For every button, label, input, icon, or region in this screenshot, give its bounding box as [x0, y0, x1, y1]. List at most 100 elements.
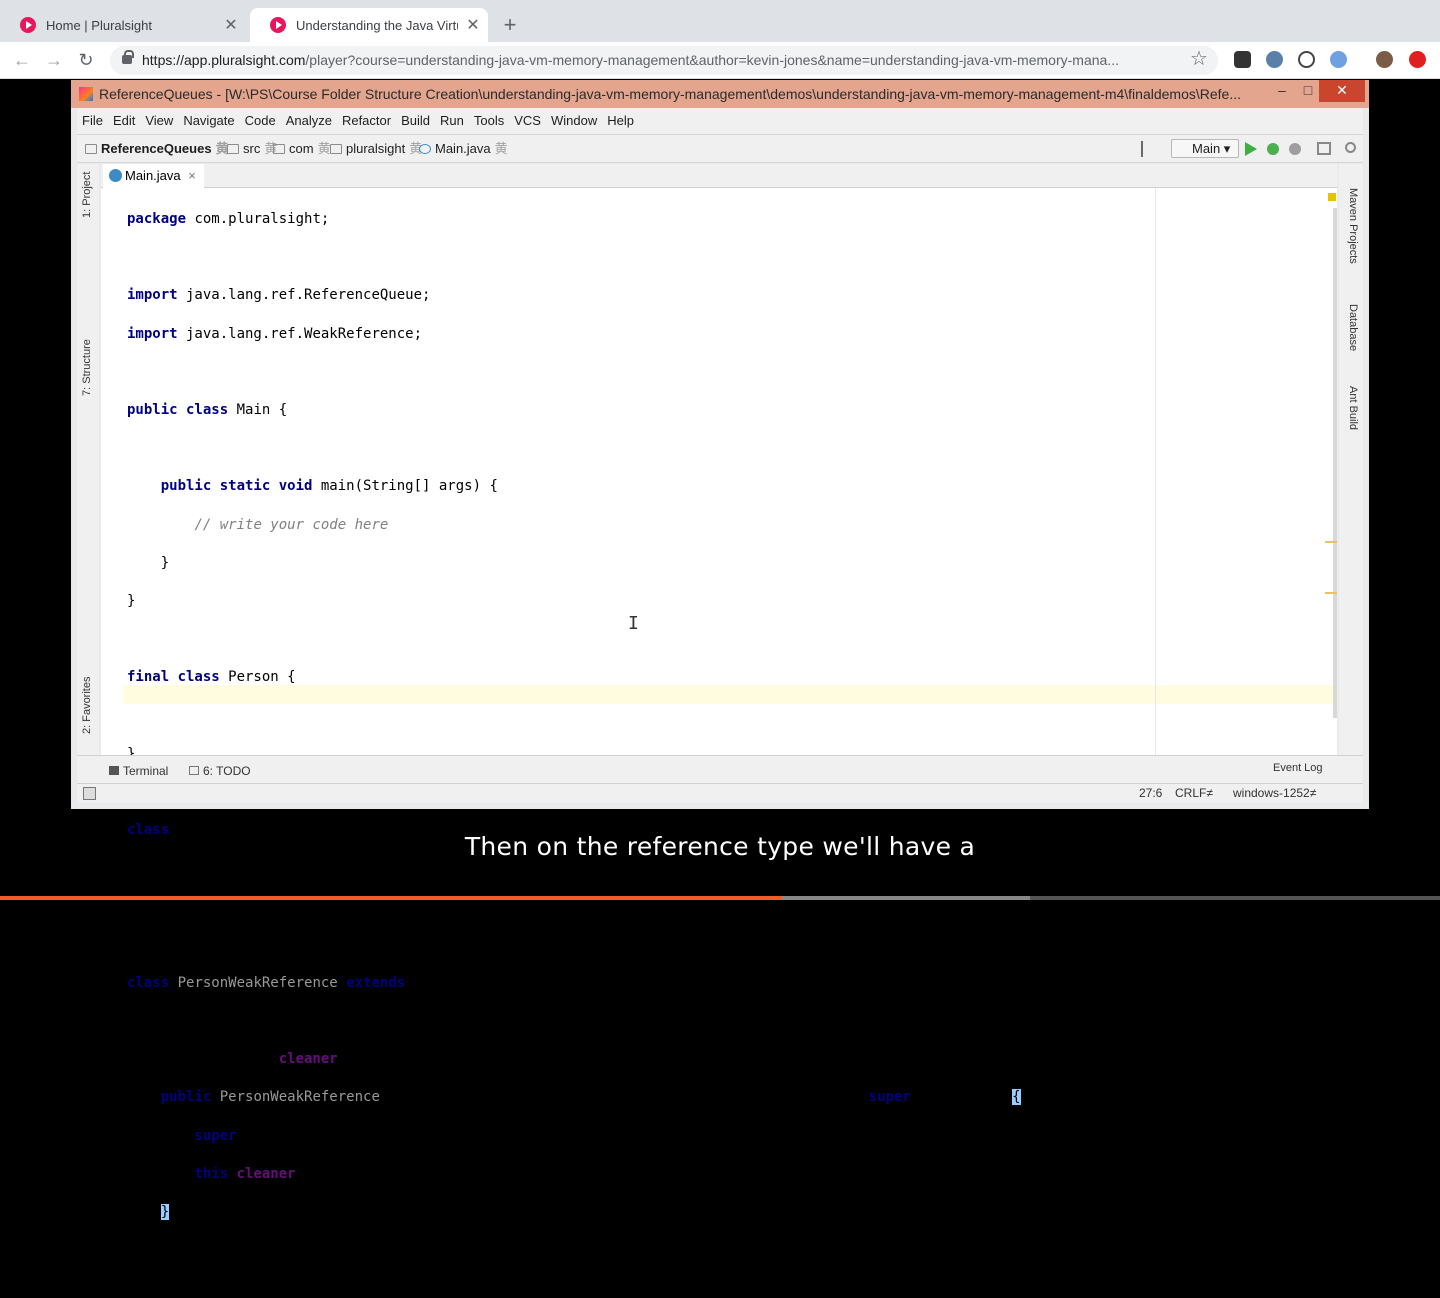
menu-view[interactable]: View: [140, 108, 178, 134]
maximize-icon[interactable]: □: [1297, 80, 1319, 102]
scroll-marker[interactable]: [1325, 541, 1337, 543]
source-code[interactable]: package com.pluralsight; import java.lan…: [127, 191, 1021, 1298]
video-caption: Then on the reference type we'll have a: [464, 832, 976, 861]
back-arrow-icon[interactable]: ←: [12, 50, 32, 70]
browser-tab-course[interactable]: Understanding the Java Virtual Machine ✕: [250, 8, 488, 42]
video-progress-bar[interactable]: [0, 896, 1440, 900]
tool-favorites[interactable]: 2: Favorites: [81, 677, 93, 734]
menu-run[interactable]: Run: [435, 108, 469, 134]
class-icon: [419, 144, 431, 154]
breadcrumb-src[interactable]: src ⻩: [227, 135, 277, 162]
folder-icon: [227, 144, 239, 154]
window-title: ReferenceQueues - [W:\PS\Course Folder S…: [99, 86, 1241, 102]
coverage-icon[interactable]: [1289, 143, 1301, 155]
close-icon[interactable]: ✕: [216, 15, 246, 35]
tool-structure[interactable]: 7: Structure: [81, 339, 93, 396]
todo-icon: [189, 766, 199, 775]
tool-project[interactable]: 1: Project: [81, 172, 93, 218]
tool-todo[interactable]: 6: TODO: [189, 764, 251, 778]
menu-code[interactable]: Code: [240, 108, 281, 134]
tool-event-log[interactable]: Event Log: [1273, 762, 1323, 774]
editor-tabs: Main.java ×: [101, 164, 1337, 188]
update-icon[interactable]: [1409, 51, 1426, 68]
analysis-status-icon[interactable]: [1328, 193, 1336, 201]
minimize-icon[interactable]: –: [1271, 80, 1293, 102]
extension-icon[interactable]: [1330, 51, 1347, 68]
debug-icon[interactable]: [1267, 143, 1279, 155]
search-icon[interactable]: [1345, 142, 1356, 153]
tab-title: Understanding the Java Virtual Machine: [296, 17, 458, 33]
menu-help[interactable]: Help: [602, 108, 639, 134]
progress-fill: [0, 896, 782, 900]
close-icon[interactable]: ✕: [1319, 80, 1365, 102]
build-icon[interactable]: [1141, 141, 1149, 157]
ide-status-bar: 27:6 CRLF≠ windows-1252≠: [77, 783, 1363, 803]
folder-icon: [273, 144, 285, 154]
ide-menu-bar: File Edit View Navigate Code Analyze Ref…: [77, 108, 1363, 134]
tab-title: Home | Pluralsight: [46, 17, 152, 33]
pluralsight-icon: [270, 17, 286, 33]
extension-icon[interactable]: [1234, 51, 1251, 68]
tab-main-java[interactable]: Main.java ×: [103, 164, 204, 188]
tool-maven-projects[interactable]: Maven Projects: [1347, 188, 1359, 264]
browser-tab-home[interactable]: Home | Pluralsight ✕: [0, 8, 246, 42]
run-config-select[interactable]: Main ▾: [1171, 139, 1239, 158]
intellij-icon: [79, 87, 93, 101]
menu-build[interactable]: Build: [396, 108, 435, 134]
tool-database[interactable]: Database: [1347, 304, 1359, 351]
tool-ant-build[interactable]: Ant Build: [1347, 386, 1359, 430]
close-icon[interactable]: ✕: [458, 15, 488, 35]
terminal-icon: [109, 766, 119, 775]
right-tool-strip: Maven Projects Database Ant Build: [1339, 164, 1363, 755]
bottom-tool-strip: Terminal 6: TODO Event Log: [77, 755, 1363, 783]
browser-toolbar: ← → ↻ https://app.pluralsight.com/player…: [0, 42, 1440, 79]
text-cursor-icon: I: [628, 613, 639, 634]
breadcrumb-project[interactable]: ReferenceQueues ⻩: [85, 135, 229, 162]
menu-navigate[interactable]: Navigate: [178, 108, 239, 134]
forward-arrow-icon[interactable]: →: [44, 50, 64, 70]
tool-terminal[interactable]: Terminal: [109, 764, 168, 778]
folder-icon: [330, 144, 342, 154]
run-icon[interactable]: [1245, 142, 1257, 156]
url-host: https://app.pluralsight.com: [142, 52, 306, 68]
address-bar[interactable]: https://app.pluralsight.com/player?cours…: [110, 46, 1218, 75]
right-margin-guide: [1155, 188, 1156, 755]
menu-file[interactable]: File: [77, 108, 108, 134]
tool-windows-icon[interactable]: [83, 787, 96, 800]
scroll-marker[interactable]: [1325, 592, 1337, 594]
clock-icon[interactable]: [1298, 51, 1315, 68]
tab-label: Main.java: [125, 168, 181, 183]
menu-tools[interactable]: Tools: [469, 108, 509, 134]
ide-window: ReferenceQueues - [W:\PS\Course Folder S…: [71, 80, 1369, 1258]
browser-tab-bar: Home | Pluralsight ✕ Understanding the J…: [0, 0, 1440, 42]
bookmark-star-icon[interactable]: ☆: [1190, 46, 1208, 71]
folder-icon: [85, 144, 97, 154]
ide-title-bar: ReferenceQueues - [W:\PS\Course Folder S…: [71, 80, 1369, 108]
line-separator[interactable]: CRLF≠: [1175, 784, 1213, 803]
menu-edit[interactable]: Edit: [108, 108, 140, 134]
menu-analyze[interactable]: Analyze: [281, 108, 337, 134]
new-tab-button[interactable]: +: [498, 12, 522, 38]
pluralsight-icon: [20, 17, 36, 33]
breadcrumb-file[interactable]: Main.java ⻩: [419, 135, 508, 162]
breadcrumb: ReferenceQueues ⻩ src ⻩ com ⻩ pluralsight ⻩ …: [77, 134, 1363, 163]
vertical-scrollbar[interactable]: [1333, 208, 1337, 718]
file-encoding[interactable]: windows-1252≠: [1233, 784, 1316, 803]
class-icon: [109, 169, 122, 182]
code-editor[interactable]: package com.pluralsight; import java.lan…: [101, 188, 1337, 1258]
menu-window[interactable]: Window: [546, 108, 602, 134]
menu-refactor[interactable]: Refactor: [337, 108, 396, 134]
close-icon[interactable]: ×: [188, 168, 196, 183]
lock-icon: [122, 50, 134, 64]
extension-icon[interactable]: [1266, 51, 1283, 68]
menu-vcs[interactable]: VCS: [509, 108, 546, 134]
left-tool-strip: 1: Project 7: Structure 2: Favorites: [77, 164, 99, 755]
url-path: /player?course=understanding-java-vm-mem…: [305, 52, 1119, 68]
editor-gutter: [101, 188, 123, 755]
avatar[interactable]: [1376, 51, 1393, 68]
caret-position[interactable]: 27:6: [1139, 784, 1162, 803]
breadcrumb-package[interactable]: pluralsight ⻩: [330, 135, 422, 162]
breadcrumb-com[interactable]: com ⻩: [273, 135, 331, 162]
reload-icon[interactable]: ↻: [76, 50, 96, 70]
project-structure-icon[interactable]: [1317, 142, 1331, 155]
